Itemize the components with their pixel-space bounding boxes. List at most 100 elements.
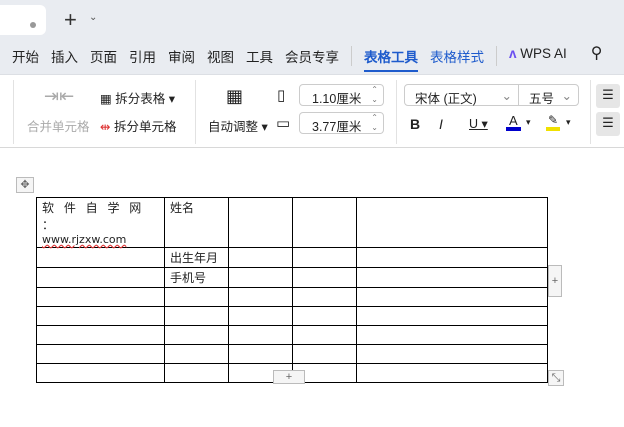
table-cell[interactable] bbox=[228, 344, 293, 364]
table-cell[interactable] bbox=[36, 344, 165, 364]
font-color-button[interactable]: A bbox=[506, 114, 521, 131]
chevron-down-icon: ⌄ bbox=[561, 89, 572, 103]
menu-bar: 开始 插入 页面 引用 审阅 视图 工具 会员专享 表格工具 表格样式 ʌ WP… bbox=[12, 43, 615, 72]
split-table-button[interactable]: ▦ 拆分表格 ▾ bbox=[100, 88, 175, 107]
table-cell[interactable] bbox=[292, 344, 357, 364]
table-cell[interactable] bbox=[36, 267, 165, 288]
table-cell[interactable] bbox=[36, 363, 165, 383]
table-cell[interactable] bbox=[292, 197, 357, 248]
table-cell[interactable] bbox=[228, 267, 293, 288]
underline-label: U bbox=[469, 117, 479, 131]
menu-home[interactable]: 开始 bbox=[12, 46, 39, 72]
divider bbox=[496, 46, 497, 66]
table-cell[interactable] bbox=[164, 287, 229, 307]
row-height-icon: ▯ bbox=[277, 87, 286, 104]
table-cell[interactable] bbox=[292, 247, 357, 268]
row-height-value: 1.10厘米 bbox=[312, 92, 362, 106]
table-cell[interactable] bbox=[356, 325, 548, 345]
table-cell[interactable] bbox=[356, 306, 548, 326]
italic-button[interactable]: I bbox=[439, 116, 443, 132]
merge-cells-icon: ⇥⇤ bbox=[44, 86, 75, 106]
font-size-value: 五号 bbox=[529, 92, 555, 106]
table-cell[interactable] bbox=[36, 306, 165, 326]
add-row-button[interactable]: + bbox=[273, 370, 305, 384]
cell-text: 软 件 自 学 网 ： bbox=[42, 201, 145, 232]
align-center-button[interactable]: ☰ bbox=[596, 112, 620, 136]
table-cell[interactable] bbox=[228, 306, 293, 326]
cell-link-text: www.rjzxw.com bbox=[42, 233, 127, 246]
wps-ai-label: WPS AI bbox=[520, 46, 567, 61]
table-cell[interactable] bbox=[356, 363, 548, 383]
chevron-down-icon[interactable]: ▾ bbox=[566, 117, 571, 128]
menu-view[interactable]: 视图 bbox=[207, 46, 234, 72]
menu-reference[interactable]: 引用 bbox=[129, 46, 156, 72]
table-cell[interactable] bbox=[164, 325, 229, 345]
table-cell[interactable] bbox=[356, 267, 548, 288]
column-width-input[interactable]: 3.77厘米 ⌃ ⌄ bbox=[299, 112, 384, 134]
wps-ai-button[interactable]: ʌ WPS AI bbox=[509, 46, 579, 72]
table-cell[interactable] bbox=[164, 363, 229, 383]
menu-insert[interactable]: 插入 bbox=[51, 46, 78, 72]
table-cell[interactable] bbox=[36, 247, 165, 268]
table-cell[interactable] bbox=[36, 287, 165, 307]
table-cell[interactable] bbox=[292, 287, 357, 307]
menu-table-style[interactable]: 表格样式 bbox=[430, 46, 484, 72]
table-cell[interactable] bbox=[228, 325, 293, 345]
resize-table-icon[interactable]: ⤡ bbox=[548, 370, 564, 386]
chevron-down-icon[interactable]: ⌄ bbox=[89, 12, 97, 23]
merge-cells-button[interactable]: 合并单元格 bbox=[27, 116, 90, 135]
row-height-input[interactable]: 1.10厘米 ⌃ ⌄ bbox=[299, 84, 384, 106]
font-family-value: 宋体 (正文) bbox=[415, 92, 477, 106]
split-cell-icon: ⇹ bbox=[100, 120, 111, 134]
document-table: 软 件 自 学 网 ： www.rjzxw.com 姓名 出生年月 手机号 bbox=[36, 197, 548, 383]
add-column-button[interactable]: + bbox=[548, 265, 562, 297]
split-cell-label: 拆分单元格 bbox=[113, 120, 177, 134]
tab-bar: + ⌄ 开始 插入 页面 引用 审阅 视图 工具 会员专享 表格工具 表格样式 … bbox=[0, 0, 624, 74]
highlight-button[interactable]: ✎ bbox=[546, 114, 561, 131]
table-cell[interactable] bbox=[292, 325, 357, 345]
menu-table-tools[interactable]: 表格工具 bbox=[364, 46, 418, 72]
table-cell[interactable] bbox=[356, 287, 548, 307]
column-width-icon: ▭ bbox=[276, 115, 291, 132]
table-cell[interactable] bbox=[356, 197, 548, 248]
bold-button[interactable]: B bbox=[410, 116, 420, 132]
table-cell[interactable]: 软 件 自 学 网 ： www.rjzxw.com bbox=[36, 197, 165, 248]
new-tab-button[interactable]: + bbox=[64, 7, 77, 33]
wps-ai-logo-icon: ʌ bbox=[509, 46, 517, 61]
document-tab[interactable] bbox=[0, 5, 46, 35]
chevron-down-icon: ⌄ bbox=[501, 89, 512, 103]
table-cell[interactable] bbox=[292, 267, 357, 288]
menu-member[interactable]: 会员专享 bbox=[285, 46, 339, 72]
font-size-select[interactable]: 五号 ⌄ bbox=[518, 84, 579, 106]
autofit-icon: ▦ bbox=[226, 86, 244, 106]
chevron-down-icon[interactable]: ▾ bbox=[526, 117, 531, 128]
divider bbox=[351, 46, 352, 66]
table-cell[interactable] bbox=[356, 247, 548, 268]
spinner-icon[interactable]: ⌃ ⌄ bbox=[371, 85, 378, 105]
move-table-icon[interactable]: ✥ bbox=[16, 177, 34, 193]
autofit-button[interactable]: 自动调整 ▾ bbox=[208, 116, 268, 135]
split-table-icon: ▦ bbox=[100, 92, 112, 106]
font-family-select[interactable]: 宋体 (正文) ⌄ bbox=[404, 84, 519, 106]
split-cell-button[interactable]: ⇹ 拆分单元格 bbox=[100, 116, 176, 135]
table-cell[interactable] bbox=[292, 306, 357, 326]
menu-page[interactable]: 页面 bbox=[90, 46, 117, 72]
table-cell[interactable]: 出生年月 bbox=[164, 247, 229, 268]
underline-button[interactable]: U ▾ bbox=[469, 116, 488, 131]
table-cell[interactable] bbox=[164, 306, 229, 326]
table-cell[interactable] bbox=[228, 287, 293, 307]
table-cell[interactable] bbox=[36, 325, 165, 345]
table-cell[interactable]: 姓名 bbox=[164, 197, 229, 248]
search-icon[interactable]: ⚲ bbox=[591, 43, 603, 72]
spinner-icon[interactable]: ⌃ ⌄ bbox=[371, 113, 378, 133]
align-top-button[interactable]: ☰ bbox=[596, 84, 620, 108]
menu-review[interactable]: 审阅 bbox=[168, 46, 195, 72]
table-cell[interactable]: 手机号 bbox=[164, 267, 229, 288]
menu-tools[interactable]: 工具 bbox=[246, 46, 273, 72]
split-table-label: 拆分表格 bbox=[115, 92, 166, 106]
column-width-value: 3.77厘米 bbox=[312, 120, 362, 134]
table-cell[interactable] bbox=[164, 344, 229, 364]
table-cell[interactable] bbox=[228, 247, 293, 268]
table-cell[interactable] bbox=[356, 344, 548, 364]
table-cell[interactable] bbox=[228, 197, 293, 248]
